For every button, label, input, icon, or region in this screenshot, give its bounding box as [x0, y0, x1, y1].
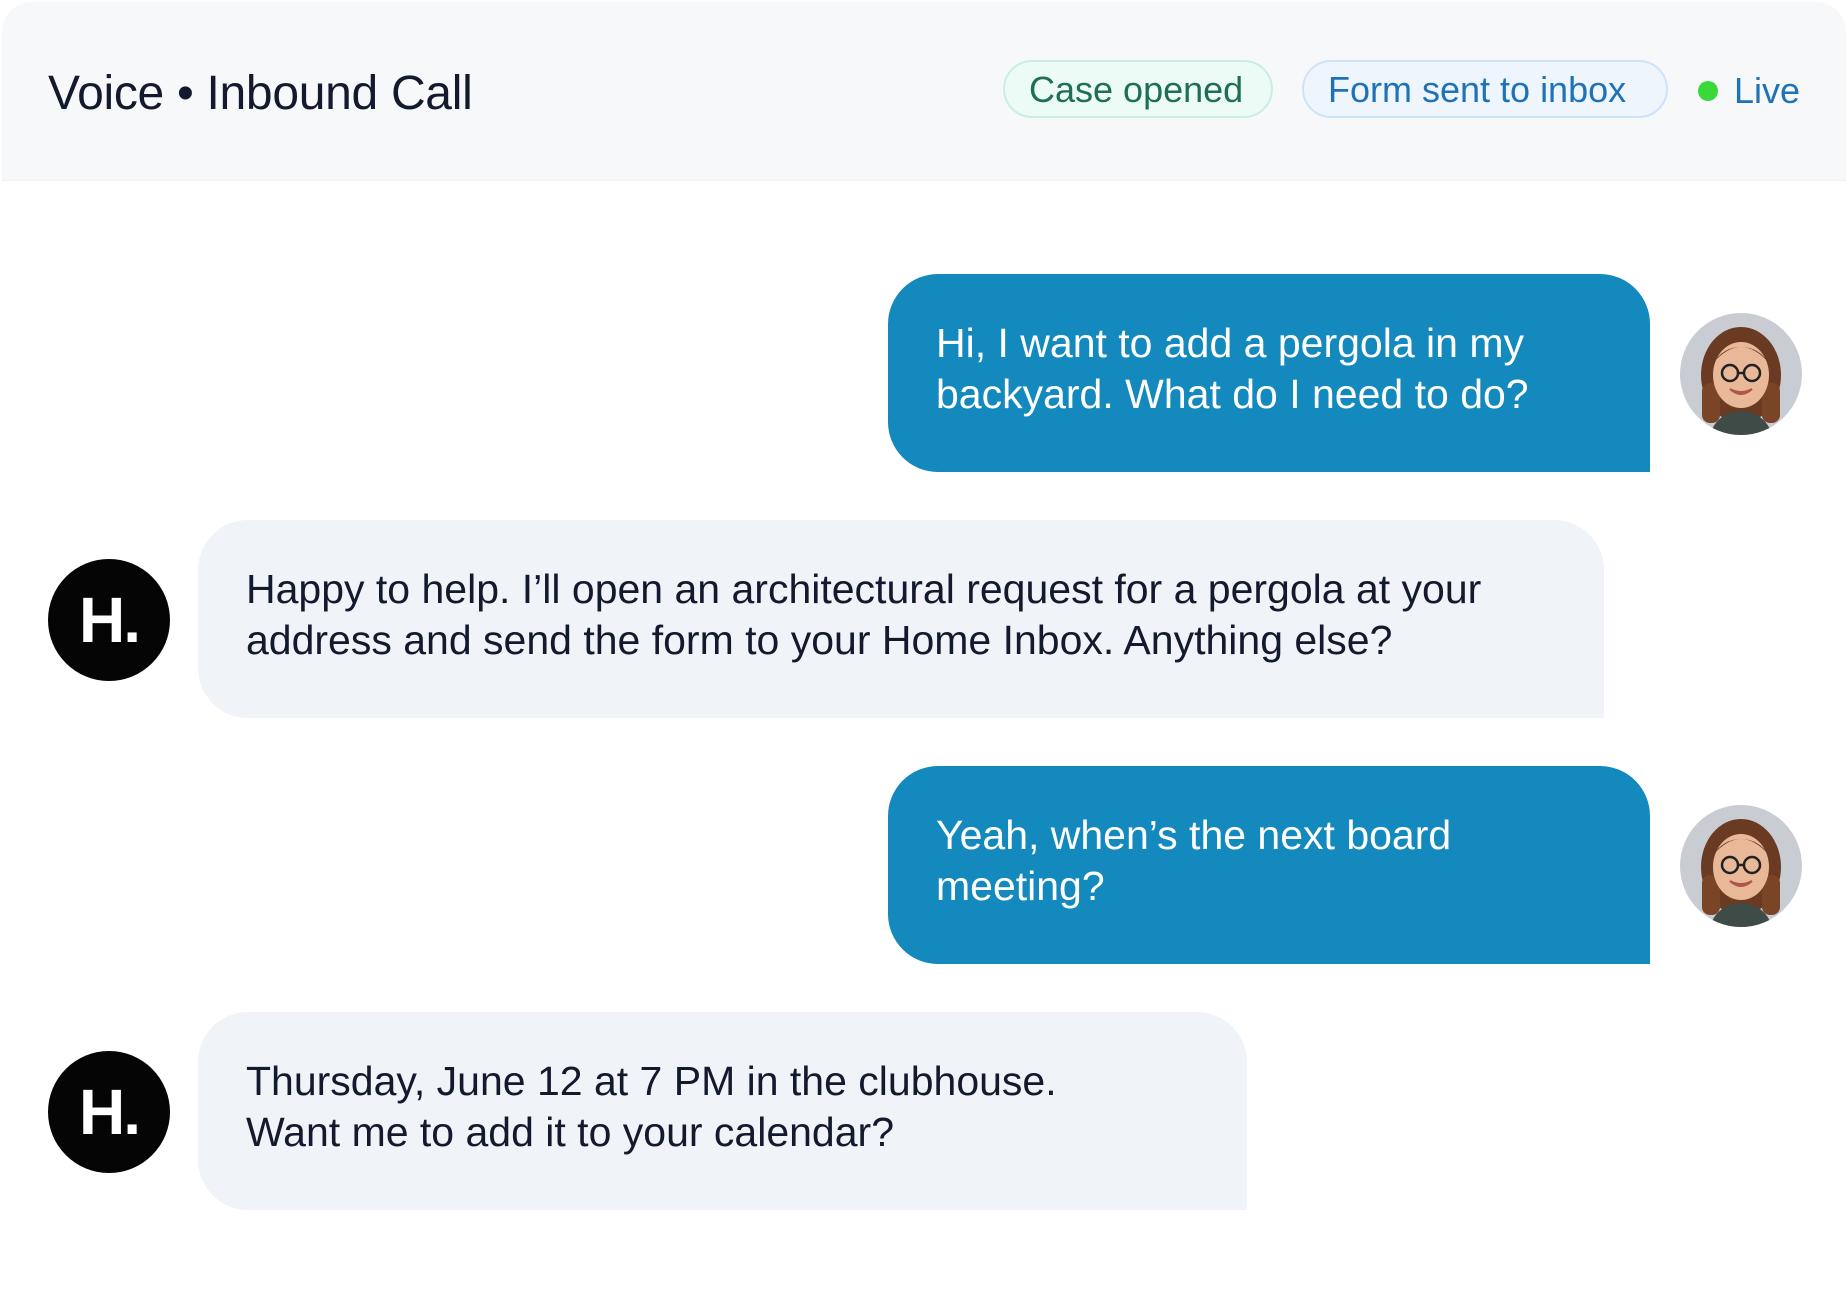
message-line: Yeah, when’s the next board [936, 812, 1452, 858]
message-line: backyard. What do I need to do? [936, 371, 1529, 417]
message-line: Hi, I want to add a pergola in my [936, 320, 1524, 366]
agent-avatar: H. [48, 1051, 170, 1173]
message-line: address and send the form to your Home I… [246, 617, 1393, 663]
message-line: Thursday, June 12 at 7 PM in the clubhou… [246, 1058, 1057, 1104]
user-avatar [1680, 313, 1802, 435]
message-line: Want me to add it to your calendar? [246, 1109, 894, 1155]
live-label: Live [1734, 70, 1801, 111]
call-header: Voice • Inbound Call Case opened Form se… [2, 2, 1846, 181]
message-line: meeting? [936, 863, 1105, 909]
agent-message-bubble: Happy to help. I’ll open an architectura… [198, 520, 1604, 718]
call-title: Voice • Inbound Call [48, 67, 473, 120]
user-avatar-icon [1680, 313, 1802, 435]
user-avatar [1680, 805, 1802, 927]
agent-message-bubble: Thursday, June 12 at 7 PM in the clubhou… [198, 1012, 1247, 1210]
form-sent-badge[interactable]: Form sent to inbox [1302, 60, 1668, 118]
user-message-bubble: Yeah, when’s the next board meeting? [888, 766, 1650, 964]
user-message-bubble: Hi, I want to add a pergola in my backya… [888, 274, 1650, 472]
call-transcript-card: Voice • Inbound Call Case opened Form se… [2, 2, 1846, 1300]
agent-avatar-label: H. [79, 584, 141, 656]
message-line: Happy to help. I’ll open an architectura… [246, 566, 1482, 612]
agent-avatar-label: H. [79, 1076, 141, 1148]
live-dot-icon [1698, 81, 1718, 101]
agent-avatar: H. [48, 559, 170, 681]
user-avatar-icon [1680, 805, 1802, 927]
case-opened-badge[interactable]: Case opened [1003, 60, 1273, 118]
